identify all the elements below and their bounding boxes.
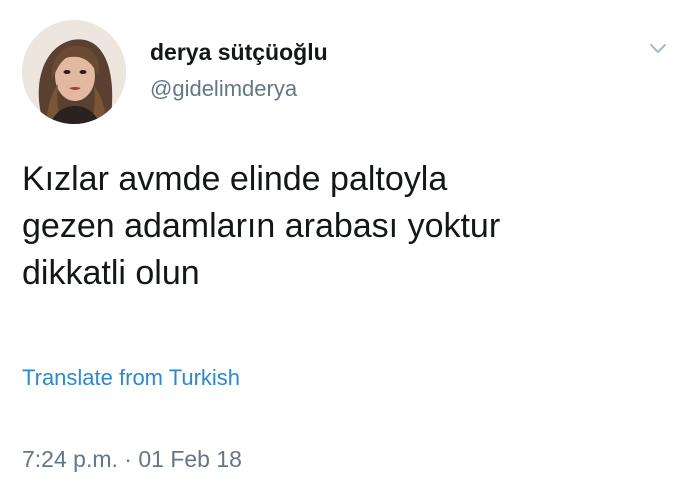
translate-link[interactable]: Translate from Turkish <box>22 364 240 392</box>
tweet-text-line: Kızlar avmde elinde paltoyla <box>22 160 448 198</box>
author-display-name[interactable]: derya sütçüoğlu <box>150 38 328 66</box>
avatar-image <box>22 20 126 124</box>
tweet-text: Kızlar avmde elinde paltoyla gezen adaml… <box>22 156 662 297</box>
chevron-down-icon <box>650 44 666 53</box>
author-block: derya sütçüoğlu @gidelimderya <box>150 38 328 102</box>
tweet-time: 7:24 p.m. <box>22 446 118 472</box>
avatar[interactable] <box>22 20 126 124</box>
author-handle[interactable]: @gidelimderya <box>150 76 328 102</box>
tweet-date: 01 Feb 18 <box>138 446 242 472</box>
meta-separator: · <box>117 446 139 472</box>
tweet-card: derya sütçüoğlu @gidelimderya Kızlar avm… <box>0 0 690 489</box>
tweet-text-line: gezen adamların arabası yoktur <box>22 207 501 245</box>
tweet-timestamp[interactable]: 7:24 p.m. · 01 Feb 18 <box>22 444 242 474</box>
tweet-menu-button[interactable] <box>646 40 670 58</box>
tweet-text-line: dikkatli olun <box>22 254 200 292</box>
